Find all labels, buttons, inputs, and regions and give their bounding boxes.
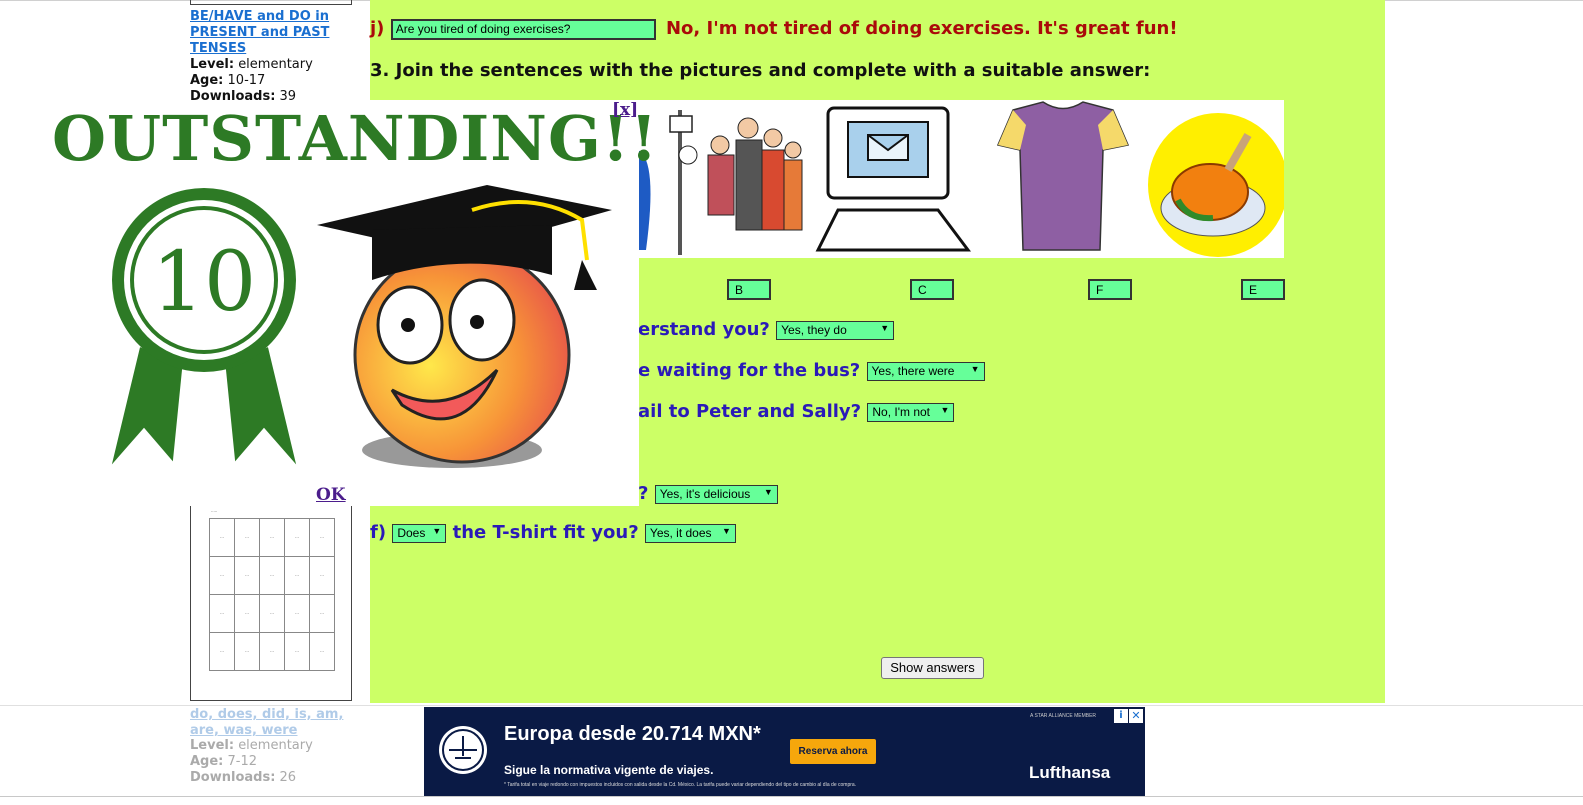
popup-ok-link[interactable]: OK — [316, 485, 346, 505]
graduate-smiley-icon — [317, 185, 612, 468]
question-row-3: ail to Peter and Sally? No, I'm not ▼ — [638, 401, 955, 422]
thumbnail-header: ····· — [211, 509, 218, 514]
ad-cta-button[interactable]: Reserva ahora — [790, 739, 876, 764]
ad-info-icon[interactable]: i — [1114, 709, 1128, 723]
auxiliary-select[interactable]: Does ▼ — [392, 523, 447, 543]
question-text: ail to Peter and Sally? — [638, 401, 862, 422]
popup-close-link[interactable]: [x] — [612, 100, 638, 120]
match-box-2[interactable]: C — [910, 279, 954, 300]
question-row-1: erstand you? Yes, they do ▼ — [638, 319, 895, 340]
worksheet-level: Level: elementary — [190, 57, 313, 72]
question-row-4: ? Yes, it's delicious ▼ — [638, 483, 778, 504]
question-text: erstand you? — [638, 319, 770, 340]
worksheet-level-2: Level: elementary — [190, 738, 313, 753]
worksheet-downloads-2: Downloads: 26 — [190, 770, 297, 785]
answer-select[interactable]: Yes, it does ▼ — [644, 523, 736, 543]
question-j-input[interactable] — [390, 18, 656, 40]
exercise-3-heading: 3. Join the sentences with the pictures … — [370, 60, 1151, 81]
ad-banner[interactable]: Europa desde 20.714 MXN* Sigue la normat… — [424, 707, 1145, 796]
answer-select[interactable]: Yes, there were ▼ — [866, 361, 985, 381]
question-j-answer: No, I'm not tired of doing exercises. It… — [665, 18, 1178, 39]
question-letter: f) — [370, 522, 387, 543]
question-row-2: e waiting for the bus? Yes, there were ▼ — [638, 360, 985, 381]
ad-brand: Lufthansa — [1029, 763, 1111, 782]
exercise-pictures — [638, 100, 1284, 258]
question-text: ? — [638, 483, 649, 504]
question-f: f) Does ▼ the T-shirt fit you? Yes, it do… — [370, 522, 736, 543]
answer-select[interactable]: Yes, they do ▼ — [776, 320, 895, 340]
ad-close-icon[interactable]: ✕ — [1129, 709, 1143, 723]
ad-headline: Europa desde 20.714 MXN* — [504, 723, 761, 745]
ad-subline: Sigue la normativa vigente de viajes. — [504, 763, 714, 777]
bus-stop-picture — [638, 110, 803, 255]
worksheet-link[interactable]: BE/HAVE and DO in PRESENT and PAST TENSE… — [190, 9, 360, 57]
question-text: e waiting for the bus? — [638, 360, 861, 381]
score-popup: OUTSTANDING!! [x] 10 OK — [44, 100, 657, 506]
answer-select[interactable]: No, I'm not ▼ — [867, 402, 955, 422]
t-shirt-picture — [996, 101, 1130, 251]
award-ribbon-icon: 10 — [107, 188, 301, 471]
thumbnail-grid: ··· ··· ··· ··· ··· ··· ··· ··· ··· ··· ··· ··· ··… — [209, 518, 335, 671]
match-box-1[interactable]: B — [727, 279, 771, 300]
computer-picture — [815, 106, 971, 252]
worksheet-link-2[interactable]: do, does, did, is, am, are, was, were — [190, 707, 360, 739]
match-box-4[interactable]: E — [1241, 279, 1285, 300]
worksheet-age-2: Age: 7-12 — [190, 754, 258, 769]
turkey-picture — [1148, 113, 1284, 257]
worksheet-thumbnail[interactable]: ····· ··· ··· ··· ··· ··· ··· ··· ··· ··· ··· ··… — [190, 505, 352, 701]
badge-number: 10 — [152, 235, 256, 330]
show-answers-button[interactable]: Show answers — [881, 657, 984, 679]
popup-title: OUTSTANDING!! — [52, 102, 659, 175]
airline-logo-icon — [439, 726, 487, 774]
match-box-3[interactable]: F — [1088, 279, 1132, 300]
bottom-divider — [0, 796, 1583, 797]
worksheet-age: Age: 10-17 — [190, 73, 266, 88]
answer-select[interactable]: Yes, it's delicious ▼ — [654, 484, 778, 504]
thumbnail-frame — [190, 0, 352, 5]
footer-divider — [0, 705, 1583, 706]
question-j: j) No, I'm not tired of doing exercises.… — [370, 18, 1178, 40]
ad-fine-print: * Tarifa total en viaje redondo con impu… — [504, 782, 857, 788]
question-letter: j) — [370, 18, 385, 39]
question-text: the T-shirt fit you? — [452, 522, 639, 543]
ad-alliance: A STAR ALLIANCE MEMBER — [1030, 713, 1097, 719]
